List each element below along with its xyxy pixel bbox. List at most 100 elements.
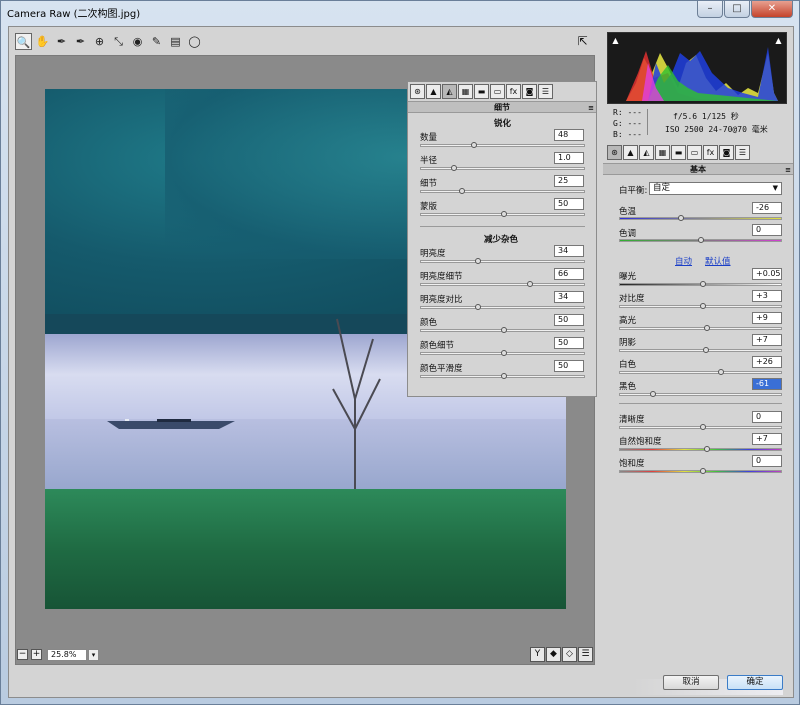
default-link[interactable]: 默认值 xyxy=(705,255,731,267)
exposure-field[interactable]: +0.05 xyxy=(752,268,782,280)
color-detail-slider-knob[interactable] xyxy=(501,350,507,356)
zoom-dropdown-icon[interactable]: ▾ xyxy=(88,649,99,661)
color-smoothness-slider-knob[interactable] xyxy=(501,373,507,379)
luminance-slider-knob[interactable] xyxy=(475,258,481,264)
highlights-slider[interactable] xyxy=(619,325,782,331)
zoom-out-button[interactable]: − xyxy=(17,649,28,660)
detail-tab-effects[interactable]: fx xyxy=(506,84,521,99)
white-balance-select[interactable]: 自定 ▼ xyxy=(649,182,782,195)
before-after-view-icon[interactable]: Y xyxy=(530,647,545,662)
blacks-field[interactable]: -61 xyxy=(752,378,782,390)
color-smoothness-field[interactable]: 50 xyxy=(554,360,584,372)
detail-menu-icon[interactable]: ≡ xyxy=(588,103,594,114)
cancel-button[interactable]: 取消 xyxy=(663,675,719,690)
saturation-field[interactable]: 0 xyxy=(752,455,782,467)
whites-slider-knob[interactable] xyxy=(718,369,724,375)
color-field[interactable]: 50 xyxy=(554,314,584,326)
preview-preferences-icon[interactable]: ☰ xyxy=(578,647,593,662)
highlights-field[interactable]: +9 xyxy=(752,312,782,324)
tab-split-toning[interactable]: ▬ xyxy=(671,145,686,160)
masking-field[interactable]: 50 xyxy=(554,198,584,210)
detail-tab-hsl[interactable]: ▦ xyxy=(458,84,473,99)
luminance-detail-slider[interactable] xyxy=(420,281,585,287)
radius-field[interactable]: 1.0 xyxy=(554,152,584,164)
color-sampler-tool-icon[interactable]: ✒ xyxy=(72,33,89,50)
hand-tool-icon[interactable]: ✋ xyxy=(34,33,51,50)
luminance-contrast-field[interactable]: 34 xyxy=(554,291,584,303)
shadows-slider[interactable] xyxy=(619,347,782,353)
auto-link[interactable]: 自动 xyxy=(675,255,692,267)
detail-tab-basic[interactable]: ⊛ xyxy=(410,84,425,99)
blacks-slider-knob[interactable] xyxy=(650,391,656,397)
tint-slider[interactable] xyxy=(619,237,782,243)
tab-detail[interactable]: ◭ xyxy=(639,145,654,160)
panel-menu-icon[interactable]: ≡ xyxy=(785,165,791,176)
detail-tab-lens[interactable]: ▭ xyxy=(490,84,505,99)
detail-tab-camera-calibration[interactable]: ◙ xyxy=(522,84,537,99)
radial-filter-icon[interactable]: ◯ xyxy=(186,33,203,50)
vibrance-slider-knob[interactable] xyxy=(704,446,710,452)
color-detail-field[interactable]: 50 xyxy=(554,337,584,349)
amount-field[interactable]: 48 xyxy=(554,129,584,141)
clarity-slider-knob[interactable] xyxy=(700,424,706,430)
saturation-slider[interactable] xyxy=(619,468,782,474)
detail-slider-knob[interactable] xyxy=(459,188,465,194)
highlights-slider-knob[interactable] xyxy=(704,325,710,331)
adjustment-brush-icon[interactable]: ✎ xyxy=(148,33,165,50)
swap-settings-icon[interactable]: ◆ xyxy=(546,647,561,662)
tab-camera-calibration[interactable]: ◙ xyxy=(719,145,734,160)
shadows-field[interactable]: +7 xyxy=(752,334,782,346)
blacks-slider[interactable] xyxy=(619,391,782,397)
saturation-slider-knob[interactable] xyxy=(700,468,706,474)
detail-tab-split-toning[interactable]: ▬ xyxy=(474,84,489,99)
masking-slider[interactable] xyxy=(420,211,585,217)
luminance-contrast-slider[interactable] xyxy=(420,304,585,310)
amount-slider[interactable] xyxy=(420,142,585,148)
zoom-tool-icon[interactable]: 🔍 xyxy=(15,33,32,50)
open-preferences-icon[interactable]: ⇱ xyxy=(574,33,591,50)
close-button[interactable]: ✕ xyxy=(751,1,793,18)
tab-hsl[interactable]: ▦ xyxy=(655,145,670,160)
detail-tab-tone-curve[interactable]: ▲ xyxy=(426,84,441,99)
maximize-button[interactable]: □ xyxy=(724,1,750,18)
clarity-field[interactable]: 0 xyxy=(752,411,782,423)
minimize-button[interactable]: – xyxy=(697,1,723,18)
targeted-adjustment-icon[interactable]: ⊕ xyxy=(91,33,108,50)
zoom-level-field[interactable]: 25.8% xyxy=(47,649,87,661)
luminance-detail-field[interactable]: 66 xyxy=(554,268,584,280)
luminance-detail-slider-knob[interactable] xyxy=(527,281,533,287)
color-slider[interactable] xyxy=(420,327,585,333)
tint-field[interactable]: 0 xyxy=(752,224,782,236)
tab-presets[interactable]: ☰ xyxy=(735,145,750,160)
radius-slider[interactable] xyxy=(420,165,585,171)
luminance-slider[interactable] xyxy=(420,258,585,264)
luminance-field[interactable]: 34 xyxy=(554,245,584,257)
crop-tool-icon[interactable]: ⤡ xyxy=(110,33,127,50)
clarity-slider[interactable] xyxy=(619,424,782,430)
shadows-slider-knob[interactable] xyxy=(703,347,709,353)
copy-settings-icon[interactable]: ◇ xyxy=(562,647,577,662)
masking-slider-knob[interactable] xyxy=(501,211,507,217)
white-balance-tool-icon[interactable]: ✒ xyxy=(53,33,70,50)
tab-effects[interactable]: fx xyxy=(703,145,718,160)
tab-tone-curve[interactable]: ▲ xyxy=(623,145,638,160)
tab-basic[interactable]: ⊛ xyxy=(607,145,622,160)
color-slider-knob[interactable] xyxy=(501,327,507,333)
contrast-field[interactable]: +3 xyxy=(752,290,782,302)
contrast-slider-knob[interactable] xyxy=(700,303,706,309)
detail-tab-detail[interactable]: ◭ xyxy=(442,84,457,99)
detail-field[interactable]: 25 xyxy=(554,175,584,187)
temp-slider-knob[interactable] xyxy=(678,215,684,221)
color-smoothness-slider[interactable] xyxy=(420,373,585,379)
exposure-slider[interactable] xyxy=(619,281,782,287)
vibrance-field[interactable]: +7 xyxy=(752,433,782,445)
zoom-in-button[interactable]: + xyxy=(31,649,42,660)
contrast-slider[interactable] xyxy=(619,303,782,309)
luminance-contrast-slider-knob[interactable] xyxy=(475,304,481,310)
red-eye-tool-icon[interactable]: ◉ xyxy=(129,33,146,50)
detail-slider[interactable] xyxy=(420,188,585,194)
whites-field[interactable]: +26 xyxy=(752,356,782,368)
graduated-filter-icon[interactable]: ▤ xyxy=(167,33,184,50)
temp-field[interactable]: -26 xyxy=(752,202,782,214)
vibrance-slider[interactable] xyxy=(619,446,782,452)
